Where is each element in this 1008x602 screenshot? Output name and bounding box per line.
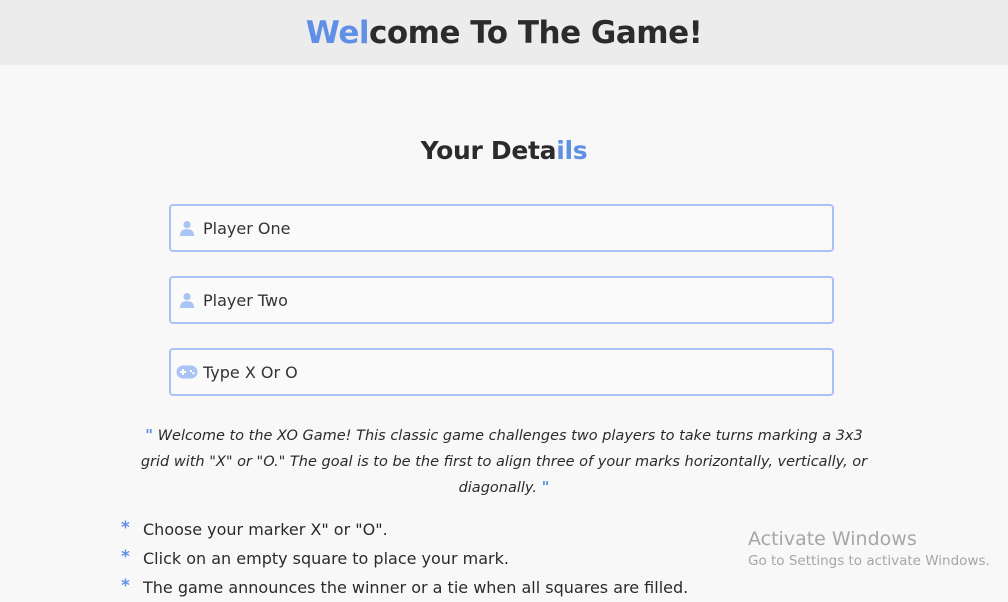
gamepad-icon xyxy=(173,360,201,384)
rules-item-text: Choose your marker X" or "O". xyxy=(143,520,388,539)
marker-input[interactable] xyxy=(201,357,803,387)
details-title: Your Details xyxy=(0,136,1008,165)
asterisk-icon: * xyxy=(121,575,130,596)
details-title-plain: Your Deta xyxy=(420,136,557,165)
rules-item-text: The game announces the winner or a tie w… xyxy=(143,578,689,597)
page-header: Welcome To The Game! xyxy=(0,0,1008,65)
watermark-title: Activate Windows xyxy=(748,528,917,550)
asterisk-icon: * xyxy=(121,517,130,538)
intro-text: Welcome to the XO Game! This classic gam… xyxy=(140,428,868,496)
page-title-rest: come To The Game! xyxy=(368,14,703,51)
asterisk-icon: * xyxy=(121,546,130,567)
rules-item: * The game announces the winner or a tie … xyxy=(121,573,688,602)
open-quote-icon: " xyxy=(145,426,154,444)
page-title-accent: Wel xyxy=(305,14,370,51)
rules-item: * Choose your marker X" or "O". xyxy=(121,515,688,544)
marker-field[interactable] xyxy=(169,348,834,396)
rules-list: * Choose your marker X" or "O". * Click on… xyxy=(121,515,688,602)
details-title-accent: ils xyxy=(556,136,588,165)
user-icon xyxy=(173,216,201,240)
player-two-input[interactable] xyxy=(201,285,803,315)
activation-watermark: Activate Windows Go to Settings to activ… xyxy=(748,527,990,571)
player-one-input[interactable] xyxy=(201,213,803,243)
user-icon xyxy=(173,288,201,312)
player-one-field[interactable] xyxy=(169,204,834,252)
watermark-subtitle: Go to Settings to activate Windows. xyxy=(748,553,990,569)
intro-paragraph: " Welcome to the XO Game! This classic g… xyxy=(130,423,878,502)
player-two-field[interactable] xyxy=(169,276,834,324)
rules-item-text: Click on an empty square to place your m… xyxy=(143,549,509,568)
page-title: Welcome To The Game! xyxy=(306,15,703,51)
rules-item: * Click on an empty square to place your … xyxy=(121,544,688,573)
close-quote-icon: " xyxy=(541,478,550,496)
